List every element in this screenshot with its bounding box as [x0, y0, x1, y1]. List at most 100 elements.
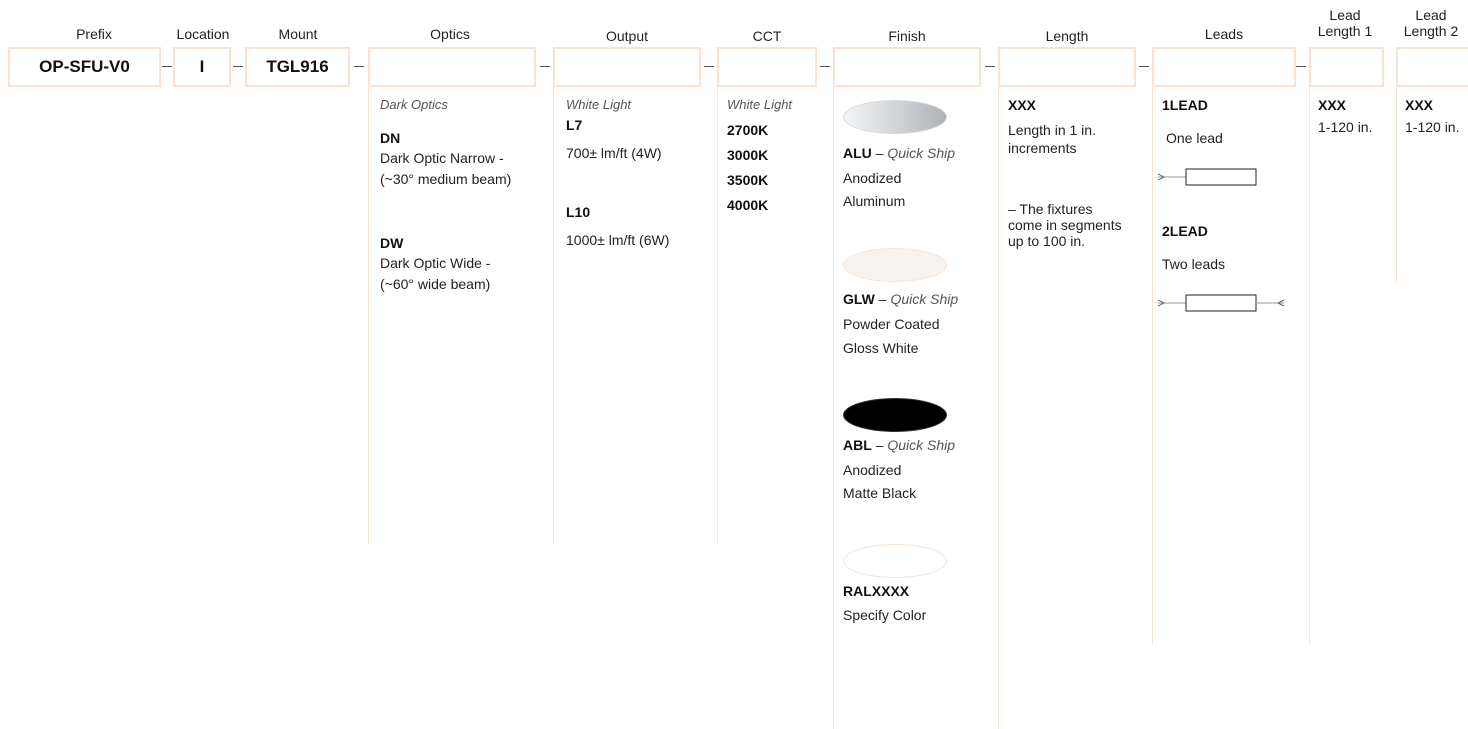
matte-black-swatch — [843, 398, 947, 432]
header-lead-length-2-line2: Length 2 — [1403, 23, 1459, 39]
header-cct: CCT — [752, 28, 782, 44]
lead-length-2-code: XXX — [1405, 97, 1434, 113]
cct-option: 3000K — [727, 147, 769, 163]
column-divider — [553, 87, 554, 544]
output-category: White Light — [566, 97, 632, 112]
finish-option-desc: Specify Color — [843, 607, 927, 623]
length-note: come in segments — [1008, 217, 1122, 233]
column-divider — [368, 87, 369, 544]
lead-length-1-box[interactable] — [1309, 47, 1384, 87]
finish-option-tag: Quick Ship — [887, 145, 956, 161]
optics-option-code: DN — [380, 130, 401, 146]
leads-option-desc: Two leads — [1162, 256, 1226, 272]
separator — [1296, 66, 1306, 67]
separator — [704, 66, 714, 67]
finish-option-title: ABL – Quick Ship — [843, 437, 955, 455]
mount-box[interactable]: TGL916 — [245, 47, 350, 87]
separator — [162, 66, 172, 67]
finish-option-tag: Quick Ship — [887, 437, 956, 453]
header-length: Length — [1045, 28, 1089, 44]
separator — [354, 66, 364, 67]
finish-option-desc: Anodized — [843, 170, 902, 186]
custom-color-swatch — [843, 544, 947, 578]
lead-length-2-box[interactable] — [1396, 47, 1468, 87]
optics-option-desc: Dark Optic Wide - — [380, 255, 491, 271]
separator — [985, 66, 995, 67]
one-lead-icon — [1158, 168, 1257, 186]
finish-option-code: RALXXXX — [843, 583, 910, 599]
finish-option-code: ABL — [843, 437, 872, 453]
separator — [540, 66, 550, 67]
separator — [233, 66, 243, 67]
lead-length-2-desc: 1-120 in. — [1405, 119, 1460, 135]
leads-option-code: 2LEAD — [1162, 223, 1208, 239]
location-box[interactable]: I — [173, 47, 231, 87]
length-desc: increments — [1008, 140, 1077, 156]
prefix-box[interactable]: OP-SFU-V0 — [8, 47, 161, 87]
finish-option-desc: Powder Coated — [843, 316, 940, 332]
finish-option-separator: – — [871, 145, 888, 161]
leads-option-desc: One lead — [1166, 130, 1223, 146]
cct-box[interactable] — [717, 47, 817, 87]
cct-option: 3500K — [727, 172, 769, 188]
finish-option-code: GLW — [843, 291, 875, 307]
output-option-code: L10 — [566, 204, 591, 220]
cct-option: 4000K — [727, 197, 769, 213]
header-output: Output — [605, 28, 649, 44]
length-desc: Length in 1 in. — [1008, 122, 1096, 138]
cct-category: White Light — [727, 97, 793, 112]
output-box[interactable] — [553, 47, 701, 87]
header-lead-length-2: Lead Length 2 — [1392, 7, 1468, 39]
finish-option-code: ALU — [843, 145, 872, 161]
header-lead-length-1-line2: Length 1 — [1317, 23, 1373, 39]
length-note: – The fixtures — [1008, 201, 1093, 217]
optics-category: Dark Optics — [380, 97, 448, 112]
optics-option-code: DW — [380, 235, 404, 251]
column-divider — [1152, 87, 1153, 644]
header-leads: Leads — [1204, 26, 1244, 42]
finish-box[interactable] — [833, 47, 981, 87]
lead-length-1-desc: 1-120 in. — [1318, 119, 1373, 135]
header-lead-length-1-line1: Lead — [1329, 7, 1361, 23]
output-option-code: L7 — [566, 117, 583, 133]
separator — [1139, 66, 1149, 67]
header-lead-length-2-line1: Lead — [1415, 7, 1447, 23]
length-box[interactable] — [998, 47, 1136, 87]
optics-option-desc: Dark Optic Narrow - — [380, 150, 504, 166]
column-divider — [998, 87, 999, 729]
cct-option: 2700K — [727, 122, 769, 138]
header-mount: Mount — [278, 26, 318, 42]
header-prefix: Prefix — [76, 26, 112, 42]
two-leads-icon — [1158, 294, 1285, 312]
length-note: up to 100 in. — [1008, 233, 1086, 249]
finish-option-separator: – — [874, 291, 891, 307]
header-optics: Optics — [430, 26, 470, 42]
column-divider — [717, 87, 718, 544]
optics-box[interactable] — [368, 47, 536, 87]
column-divider — [1309, 87, 1310, 644]
finish-option-title: ALU – Quick Ship — [843, 145, 955, 163]
finish-option-separator: – — [871, 437, 888, 453]
output-option-desc: 700± lm/ft (4W) — [566, 145, 662, 161]
aluminum-swatch — [843, 100, 947, 134]
header-location: Location — [176, 26, 230, 42]
gloss-white-swatch — [843, 248, 947, 282]
column-divider — [833, 87, 834, 729]
leads-option-code: 1LEAD — [1162, 97, 1208, 113]
finish-option-desc: Matte Black — [843, 485, 917, 501]
optics-option-desc: (~60° wide beam) — [380, 276, 491, 292]
finish-option-title: GLW – Quick Ship — [843, 291, 958, 309]
length-code: XXX — [1008, 97, 1037, 113]
header-lead-length-1: Lead Length 1 — [1306, 7, 1384, 39]
finish-option-desc: Anodized — [843, 462, 902, 478]
output-option-desc: 1000± lm/ft (6W) — [566, 232, 670, 248]
lead-length-1-code: XXX — [1318, 97, 1347, 113]
leads-box[interactable] — [1152, 47, 1296, 87]
optics-option-desc: (~30° medium beam) — [380, 171, 512, 187]
finish-option-desc: Gloss White — [843, 340, 919, 356]
separator — [820, 66, 830, 67]
column-divider — [1396, 87, 1397, 282]
header-finish: Finish — [888, 28, 926, 44]
finish-option-tag: Quick Ship — [890, 291, 959, 307]
finish-option-desc: Aluminum — [843, 193, 906, 209]
